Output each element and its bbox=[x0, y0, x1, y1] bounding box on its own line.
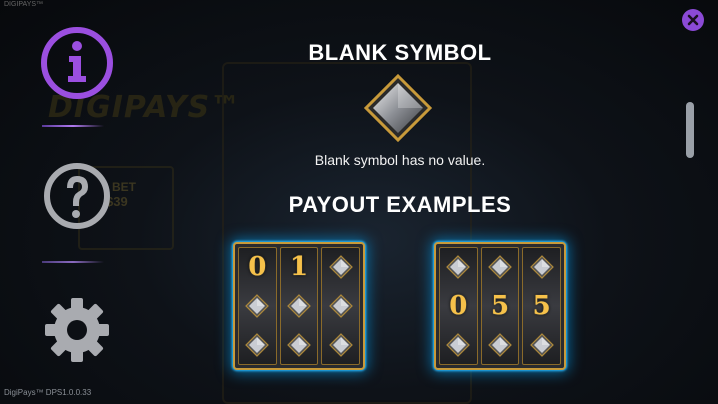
version-label: DigiPays™ DPS1.0.0.33 bbox=[4, 388, 92, 397]
reel: 0 bbox=[439, 247, 478, 365]
blank-symbol-icon bbox=[245, 294, 270, 318]
reel-cell-digit: 1 bbox=[281, 249, 317, 285]
digit-symbol: 1 bbox=[289, 252, 309, 283]
digit-symbol: 0 bbox=[449, 290, 468, 321]
reel: 5 bbox=[522, 247, 561, 365]
reels-grid: 01 bbox=[238, 247, 360, 365]
close-button[interactable] bbox=[682, 9, 704, 31]
info-active-indicator bbox=[42, 125, 104, 127]
payout-examples-title: PAYOUT EXAMPLES bbox=[288, 192, 512, 217]
settings-button[interactable] bbox=[40, 296, 114, 366]
blank-symbol-icon bbox=[364, 74, 432, 142]
reel-cell-blank bbox=[524, 249, 560, 285]
reel-cell-blank bbox=[239, 288, 275, 324]
digit-symbol: 5 bbox=[490, 290, 510, 321]
blank-symbol-icon bbox=[287, 332, 311, 357]
reel-cell-digit: 5 bbox=[524, 288, 560, 324]
blank-symbol-icon bbox=[446, 255, 471, 280]
blank-symbol-icon bbox=[488, 255, 512, 280]
menu-divider bbox=[42, 261, 104, 263]
digit-symbol: 0 bbox=[248, 252, 267, 283]
reel-cell-blank bbox=[440, 327, 476, 363]
reel-cell-digit: 0 bbox=[239, 249, 275, 285]
reel-cell-blank bbox=[482, 249, 518, 285]
blank-symbol-icon bbox=[328, 332, 353, 357]
reel: 0 bbox=[238, 247, 277, 365]
reel-cell-blank bbox=[323, 249, 359, 285]
reels-grid: 055 bbox=[439, 247, 561, 365]
blank-symbol-icon bbox=[328, 294, 353, 318]
reel-cell-blank bbox=[281, 327, 317, 363]
blank-symbol-icon bbox=[529, 255, 554, 280]
reel-cell-blank bbox=[323, 288, 359, 324]
reel: 1 bbox=[279, 247, 319, 365]
blank-symbol-icon bbox=[287, 294, 311, 318]
reel: 5 bbox=[480, 247, 520, 365]
reel-cell-blank bbox=[239, 327, 275, 363]
scrollbar-thumb[interactable] bbox=[686, 102, 694, 158]
digit-symbol: 5 bbox=[532, 290, 551, 321]
blank-symbol-description: Blank symbol has no value. bbox=[314, 152, 486, 168]
payout-example-2: 055 bbox=[434, 242, 566, 370]
reel-cell-blank bbox=[524, 327, 560, 363]
reel-cell-blank bbox=[482, 327, 518, 363]
reel-cell-blank bbox=[440, 249, 476, 285]
reel-cell-digit: 5 bbox=[482, 288, 518, 324]
blank-symbol-icon bbox=[529, 332, 554, 357]
blank-symbol-title: BLANK SYMBOL bbox=[308, 40, 492, 65]
gear-icon bbox=[45, 298, 109, 362]
blank-symbol-icon bbox=[245, 332, 270, 357]
reel bbox=[321, 247, 360, 365]
reel-cell-blank bbox=[323, 327, 359, 363]
blank-symbol-icon bbox=[446, 332, 471, 357]
reel-cell-digit: 0 bbox=[440, 288, 476, 324]
payout-example-1: 01 bbox=[233, 242, 365, 370]
blank-symbol-icon bbox=[488, 332, 512, 357]
reel-cell-blank bbox=[281, 288, 317, 324]
blank-symbol-icon bbox=[328, 255, 353, 280]
close-icon bbox=[687, 14, 699, 26]
top-tag: DIGIPAYS™ bbox=[4, 1, 44, 8]
